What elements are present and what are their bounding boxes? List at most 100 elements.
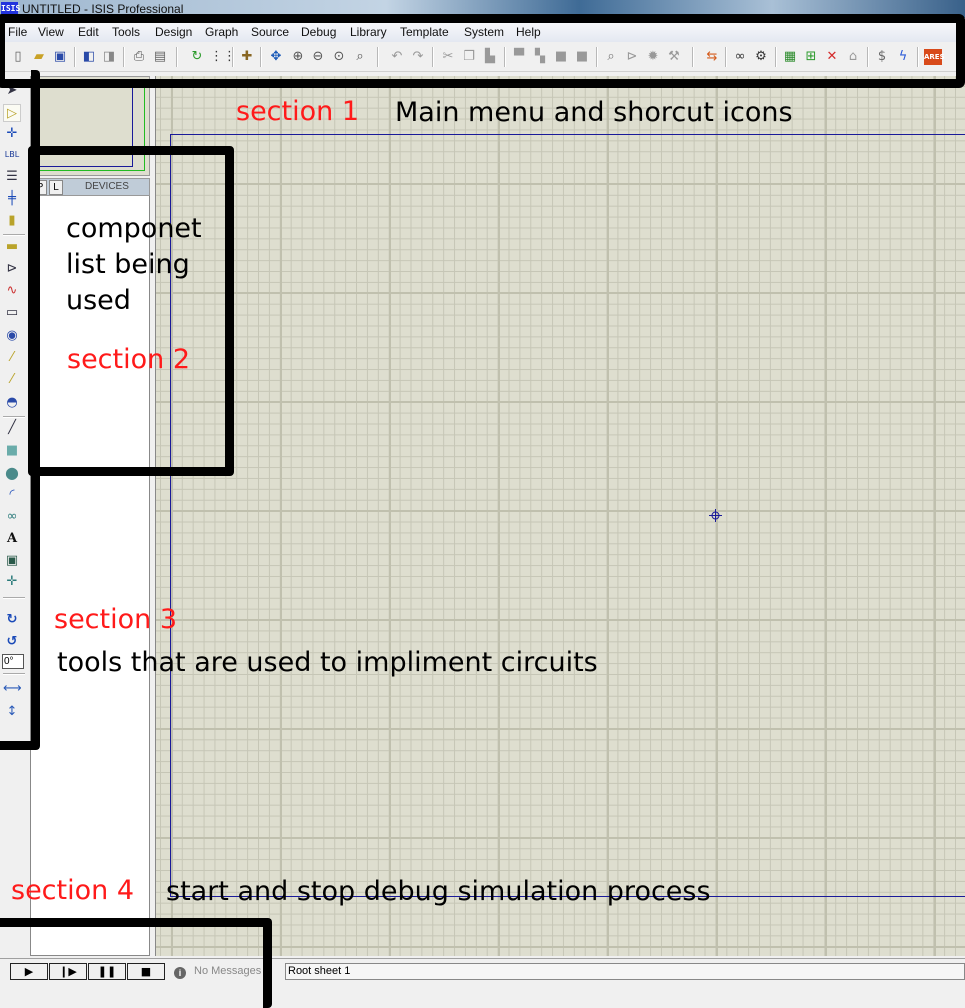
toolbar-separator — [504, 47, 506, 67]
wire-autorouter-icon[interactable]: ⇆ — [704, 49, 720, 65]
section-1-description: Main menu and shorcut icons — [395, 97, 793, 128]
device-pins-icon[interactable]: ⊳ — [3, 260, 21, 278]
buses-icon[interactable]: ╪ — [3, 190, 21, 208]
tape-recorder-icon[interactable]: ▭ — [3, 304, 21, 322]
decompose-icon[interactable]: ⚒ — [666, 49, 682, 65]
zoom-area-icon[interactable]: ⌕ — [352, 49, 368, 65]
print-area-icon[interactable]: ▤ — [152, 49, 168, 65]
grid-icon[interactable]: ⋮⋮ — [210, 49, 236, 65]
text-icon[interactable]: A — [3, 530, 21, 548]
property-assignment-icon[interactable]: ⚙ — [753, 49, 769, 65]
origin-crosshair-icon — [709, 509, 722, 522]
block-delete-icon[interactable]: ■ — [574, 49, 590, 65]
sim-play-button[interactable]: ▶ — [10, 963, 48, 980]
sim-stop-button[interactable]: ■ — [127, 963, 165, 980]
import-icon[interactable]: ◧ — [81, 49, 97, 65]
wire-label-icon[interactable]: LBL — [3, 146, 21, 164]
terminals-icon[interactable]: ▬ — [3, 238, 21, 256]
voltage-probe-icon[interactable]: ⁄ — [3, 349, 21, 367]
pan-icon[interactable]: ✥ — [268, 49, 284, 65]
menu-library[interactable]: Library — [350, 25, 387, 39]
packaging-tool-icon[interactable]: ✹ — [645, 49, 661, 65]
closed-path-icon[interactable]: ∞ — [3, 508, 21, 526]
export-icon[interactable]: ◨ — [101, 49, 117, 65]
status-bar: ▶ ❙▶ ❚❚ ■ i No Messages Root sheet 1 — [0, 958, 965, 984]
new-sheet-icon[interactable]: ▦ — [782, 49, 798, 65]
menu-help[interactable]: Help — [516, 25, 541, 39]
current-probe-icon[interactable]: ⁄ — [3, 371, 21, 389]
library-manager-button[interactable]: L — [49, 180, 63, 195]
mirror-y-icon[interactable]: ↕ — [3, 703, 21, 721]
zoom-in-icon[interactable]: ⊕ — [290, 49, 306, 65]
rotate-cw-icon[interactable]: ↻ — [3, 611, 21, 629]
menu-graph[interactable]: Graph — [205, 25, 238, 39]
circle-icon[interactable]: ● — [3, 464, 21, 482]
overview-window[interactable] — [30, 76, 150, 176]
box-icon[interactable]: ■ — [3, 442, 21, 460]
pick-devices-button[interactable]: P — [33, 180, 47, 195]
arc-icon[interactable]: ◜ — [3, 486, 21, 504]
redo-icon[interactable]: ↷ — [410, 49, 426, 65]
menu-view[interactable]: View — [38, 25, 64, 39]
generator-icon[interactable]: ◉ — [3, 327, 21, 345]
component-mode-icon[interactable]: ▷ — [3, 104, 21, 122]
goto-child-icon[interactable]: ⌂ — [845, 49, 861, 65]
toolbar-separator — [3, 416, 25, 418]
virtual-instruments-icon[interactable]: ◓ — [3, 394, 21, 412]
selection-mode-icon[interactable]: ➤ — [3, 82, 21, 100]
toolbar-separator — [917, 47, 919, 67]
message-area[interactable]: i No Messages — [174, 963, 274, 980]
section-4-label: section 4 — [11, 875, 135, 906]
electrical-rules-check-icon[interactable]: ϟ — [895, 49, 911, 65]
pick-device-icon[interactable]: ⌕ — [603, 49, 619, 65]
save-icon[interactable]: ▣ — [52, 49, 68, 65]
block-rotate-icon[interactable]: ■ — [553, 49, 569, 65]
menu-tools[interactable]: Tools — [112, 25, 140, 39]
graph-icon[interactable]: ∿ — [3, 282, 21, 300]
junction-dot-icon[interactable]: ✛ — [3, 125, 21, 143]
undo-icon[interactable]: ↶ — [389, 49, 405, 65]
remove-sheet-icon[interactable]: ✕ — [824, 49, 840, 65]
isis-app-icon[interactable]: ISIS — [1, 2, 20, 15]
menu-template[interactable]: Template — [400, 25, 449, 39]
overview-view-outline — [35, 81, 133, 167]
toolbar-separator — [867, 47, 869, 67]
symbol-icon[interactable]: ▣ — [3, 552, 21, 570]
copy-icon[interactable]: ❐ — [461, 49, 477, 65]
make-device-icon[interactable]: ⊳ — [624, 49, 640, 65]
origin-icon[interactable]: ✚ — [239, 49, 255, 65]
rotation-angle-field[interactable]: 0° — [2, 654, 24, 669]
text-script-icon[interactable]: ☰ — [3, 168, 21, 186]
block-move-icon[interactable]: ▚ — [532, 49, 548, 65]
redraw-icon[interactable]: ↻ — [189, 49, 205, 65]
line-icon[interactable]: ╱ — [3, 419, 21, 437]
menu-file[interactable]: File — [8, 25, 27, 39]
sim-pause-button[interactable]: ❚❚ — [88, 963, 126, 980]
menu-design[interactable]: Design — [155, 25, 192, 39]
zoom-all-icon[interactable]: ⊙ — [331, 49, 347, 65]
search-tag-icon[interactable]: ∞ — [732, 49, 748, 65]
add-sheet-icon[interactable]: ⊞ — [803, 49, 819, 65]
zoom-out-icon[interactable]: ⊖ — [310, 49, 326, 65]
print-icon[interactable]: ⎙ — [131, 49, 147, 65]
menu-source[interactable]: Source — [251, 25, 289, 39]
marker-icon[interactable]: ✛ — [3, 573, 21, 591]
toolbar-separator — [3, 234, 25, 236]
menu-edit[interactable]: Edit — [78, 25, 99, 39]
toolbar-separator — [232, 47, 234, 67]
rotate-ccw-icon[interactable]: ↺ — [3, 633, 21, 651]
new-file-icon[interactable]: ▯ — [10, 49, 26, 65]
ares-netlist-icon[interactable]: ARES — [924, 49, 945, 65]
subcircuit-icon[interactable]: ▮ — [3, 212, 21, 230]
mirror-x-icon[interactable]: ⟷ — [3, 680, 22, 698]
block-copy-icon[interactable]: ▀ — [511, 49, 527, 65]
menu-debug[interactable]: Debug — [301, 25, 336, 39]
cut-icon[interactable]: ✂ — [440, 49, 456, 65]
menu-system[interactable]: System — [464, 25, 504, 39]
paste-icon[interactable]: ▙ — [482, 49, 498, 65]
bill-of-materials-icon[interactable]: $ — [874, 49, 890, 65]
toolbar-separator — [260, 47, 262, 67]
toolbar-separator — [775, 47, 777, 67]
sim-step-button[interactable]: ❙▶ — [49, 963, 87, 980]
open-folder-icon[interactable]: ▰ — [31, 49, 47, 65]
